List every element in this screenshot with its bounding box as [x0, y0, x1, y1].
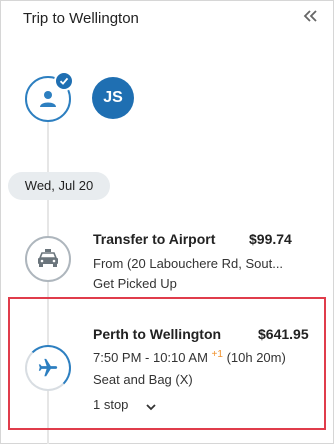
segment-price-flight: $641.95: [258, 326, 309, 342]
trip-title: Trip to Wellington: [23, 10, 139, 27]
person-icon: [40, 91, 56, 107]
date-pill: Wed, Jul 20: [8, 172, 110, 200]
flight-time-range: 7:50 PM - 10:10 AM: [93, 350, 208, 365]
segment-flight-times: 7:50 PM - 10:10 AM +1 (10h 20m): [93, 349, 286, 365]
checkmark-icon: [54, 71, 74, 91]
segment-pickup-type: Get Picked Up: [93, 276, 177, 291]
chevron-down-icon[interactable]: [145, 399, 157, 417]
segment-price-transfer: $99.74: [249, 231, 292, 247]
collapse-panel-icon[interactable]: [303, 9, 319, 26]
flight-duration: (10h 20m): [226, 350, 286, 365]
stops-toggle[interactable]: 1 stop: [93, 397, 128, 412]
car-icon: [38, 249, 58, 267]
segment-title-flight[interactable]: Perth to Wellington: [93, 326, 221, 342]
segment-flight-icon: [25, 345, 71, 391]
traveler-initials[interactable]: JS: [92, 77, 134, 119]
segment-car-icon: [25, 236, 71, 282]
day-offset-badge: +1: [211, 349, 223, 360]
segment-fare-class: Seat and Bag (X): [93, 372, 193, 387]
segment-pickup-address: From (20 Labouchere Rd, Sout...: [93, 256, 284, 271]
airplane-icon: [38, 358, 58, 377]
segment-title-transfer[interactable]: Transfer to Airport: [93, 231, 215, 247]
